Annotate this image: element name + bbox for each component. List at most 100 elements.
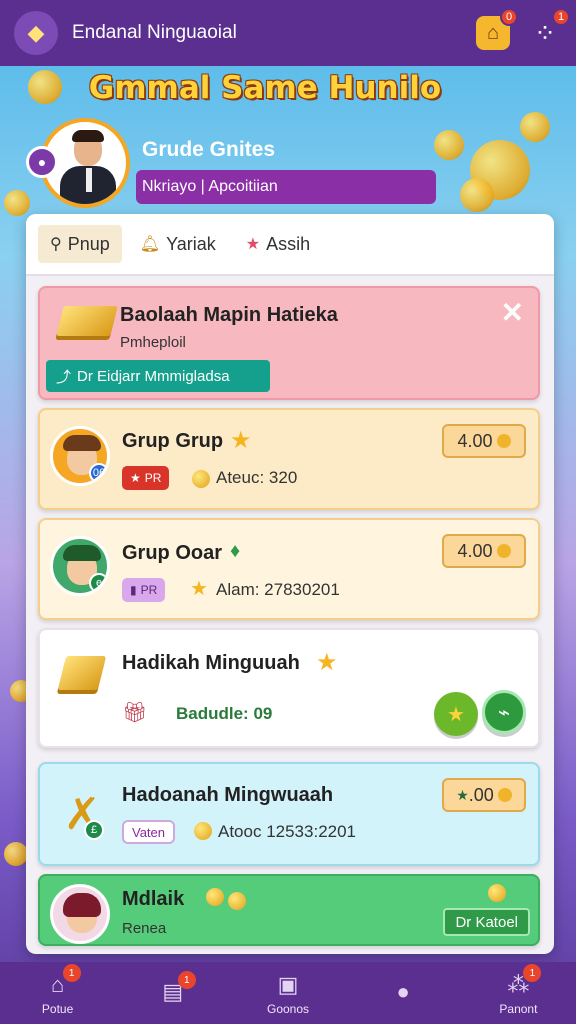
price-tag[interactable]: ★ .00 <box>442 778 526 812</box>
star-icon: ★ <box>316 649 338 676</box>
pin-icon: ⚲ <box>50 236 62 253</box>
coin-icon <box>488 884 506 902</box>
nav-item-chat[interactable]: ● <box>346 962 461 1024</box>
promo-action-button[interactable]: ⤴ Dr Eidjarr Mmmigladsa <box>46 360 270 392</box>
nav-item-panont[interactable]: ⁂ 1 Panont <box>461 962 576 1024</box>
main-panel: ⚲ Pnup 🔔︎ Yariak ★ Assih Baolaah Mapin Hati… <box>26 214 554 954</box>
nav-item-potue[interactable]: ⌂ 1 Potue <box>0 962 115 1024</box>
cross-swords-icon: ✗ £ <box>54 786 110 842</box>
tag-label: PR <box>140 583 158 597</box>
card-title: Hadoanah Mingwuaah <box>122 784 334 806</box>
tag-label: PR <box>144 471 162 485</box>
bag-icon: ▣ <box>277 972 299 997</box>
nav-label: Panont <box>499 1002 538 1016</box>
tag-badge: ▮ PR <box>122 578 166 602</box>
star-icon: ★ <box>190 578 208 600</box>
share-button[interactable]: ⌁ <box>482 690 526 734</box>
nav-item-goonos[interactable]: ▣ Goonos <box>230 962 345 1024</box>
coin-decoration <box>520 112 550 142</box>
nav-item-news[interactable]: ▤ 1 <box>115 962 230 1024</box>
mdlaik-action-button[interactable]: Dr Katoel <box>443 908 530 936</box>
coin-icon <box>194 822 212 840</box>
profile-subtitle: Nkriayo | Apcoitiian <box>136 170 436 204</box>
tab-yariak[interactable]: 🔔︎ Yariak <box>128 225 228 263</box>
price-tag[interactable]: 4.00 <box>442 424 526 458</box>
tag-badge: ★ PR <box>122 466 170 490</box>
list-item-mdlaik[interactable]: Mdlaik Renea Dr Katoel <box>38 874 540 946</box>
list-item-hadoanah[interactable]: ✗ £ Hadoanah Mingwuaah Vaten Atooc 12533:… <box>38 762 540 866</box>
nav-label: Goonos <box>266 1002 310 1016</box>
card-meta: Alam: 27830201 <box>216 580 340 599</box>
bottom-nav: ⌂ 1 Potue ▤ 1 ▣ Goonos ● ⁂ 1 Panont <box>0 962 576 1024</box>
list-item-grup-grup[interactable]: 06 Grup Grup ★ ★ PR Ateuc: 320 4.00 <box>38 408 540 510</box>
tab-pnup[interactable]: ⚲ Pnup <box>38 225 122 263</box>
coin-icon <box>192 470 210 488</box>
price-tag[interactable]: 4.00 <box>442 534 526 568</box>
home-icon: ⌂ 1 <box>43 964 81 1000</box>
card-meta: Badudle: 09 <box>176 704 272 724</box>
card-subtitle: Pmheploil <box>120 334 186 351</box>
coin-icon <box>206 888 224 906</box>
avatar: 06 <box>50 426 110 486</box>
star-icon: ★ <box>245 236 261 253</box>
menu-dots-icon[interactable]: ⁘ 1 <box>528 8 570 50</box>
star-icon: ★ <box>456 786 469 803</box>
nav-label: Potue <box>41 1002 74 1016</box>
list-item-hadikah[interactable]: Hadikah Minguuah ★ 🎁︎ Badudle: 09 ★ ⌁ <box>38 628 540 748</box>
price-value: .00 <box>468 784 494 805</box>
coin-decoration <box>460 178 494 212</box>
gem-icon: ♦ <box>230 540 241 562</box>
top-bar: ◆ Endanal Ninguaoial ⌂ 0 ⁘ 1 <box>0 0 576 66</box>
badge-icon: £ <box>84 820 104 840</box>
button-label: Dr Eidjarr Mmmigladsa <box>77 367 230 385</box>
gold-bar-icon <box>57 656 107 690</box>
notification-badge: 1 <box>177 971 196 989</box>
list-item-grup-ooar[interactable]: e Grup Ooar ♦ ▮ PR ★ Alam: 27830201 4.00 <box>38 518 540 620</box>
star-icon: ★ <box>230 427 252 454</box>
card-title: Grup Grup <box>122 430 224 452</box>
coin-icon <box>497 788 512 802</box>
link-icon: ⤴ <box>56 368 72 386</box>
coin-decoration <box>4 842 28 866</box>
price-value: 4.00 <box>457 540 493 561</box>
tag-badge: Vaten <box>122 820 176 844</box>
notification-badge: 1 <box>523 964 542 982</box>
promo-card[interactable]: Baolaah Mapin Hatieka Pmheploil ✕ ⤴ Dr Ei… <box>38 286 540 400</box>
close-icon[interactable]: ✕ <box>501 296 524 329</box>
notification-badge: 1 <box>62 964 81 982</box>
favorite-button[interactable]: ★ <box>434 692 478 736</box>
card-title: Hadikah Minguuah <box>122 652 300 674</box>
group-icon: ⁂ 1 <box>503 964 542 1000</box>
card-meta: Ateuc: 320 <box>216 468 298 487</box>
card-subtitle: Renea <box>122 920 167 937</box>
tab-label: Pnup <box>67 233 110 254</box>
meta-label: Badudle: 09 <box>176 704 273 723</box>
profile-header: ● Grude Gnites Nkriayo | Apcoitiian <box>26 118 440 210</box>
tab-label: Yariak <box>166 233 216 254</box>
coin-decoration <box>4 190 30 216</box>
card-title: Mdlaik <box>122 888 185 910</box>
coin-icon <box>496 544 511 558</box>
card-title: Grup Ooar <box>122 542 223 564</box>
notification-badge: 0 <box>500 8 518 26</box>
level-badge-icon: ● <box>26 146 58 178</box>
badge-icon: 06 <box>89 463 107 483</box>
card-title: Baolaah Mapin Hatieka <box>120 304 338 326</box>
star-icon: ★ <box>447 703 465 726</box>
tab-assih[interactable]: ★ Assih <box>234 225 322 263</box>
gold-bar-icon <box>56 306 118 336</box>
notification-badge: 1 <box>552 8 570 26</box>
app-logo-icon[interactable]: ◆ <box>14 11 58 55</box>
avatar <box>50 884 110 944</box>
profile-name: Grude Gnites <box>142 138 276 161</box>
news-icon: ▤ 1 <box>158 971 196 1007</box>
share-icon: ⌁ <box>497 701 511 724</box>
avatar: e <box>50 536 110 596</box>
bell-icon: 🔔︎ <box>139 236 161 253</box>
card-meta: Atooc 12533:2201 <box>218 822 357 841</box>
tab-bar: ⚲ Pnup 🔔︎ Yariak ★ Assih <box>26 214 554 276</box>
price-value: 4.00 <box>457 430 493 451</box>
app-title: Endanal Ninguaoial <box>72 22 237 43</box>
banner-title: Gmmal Same Hunilo <box>88 70 442 106</box>
home-icon[interactable]: ⌂ 0 <box>476 8 518 50</box>
